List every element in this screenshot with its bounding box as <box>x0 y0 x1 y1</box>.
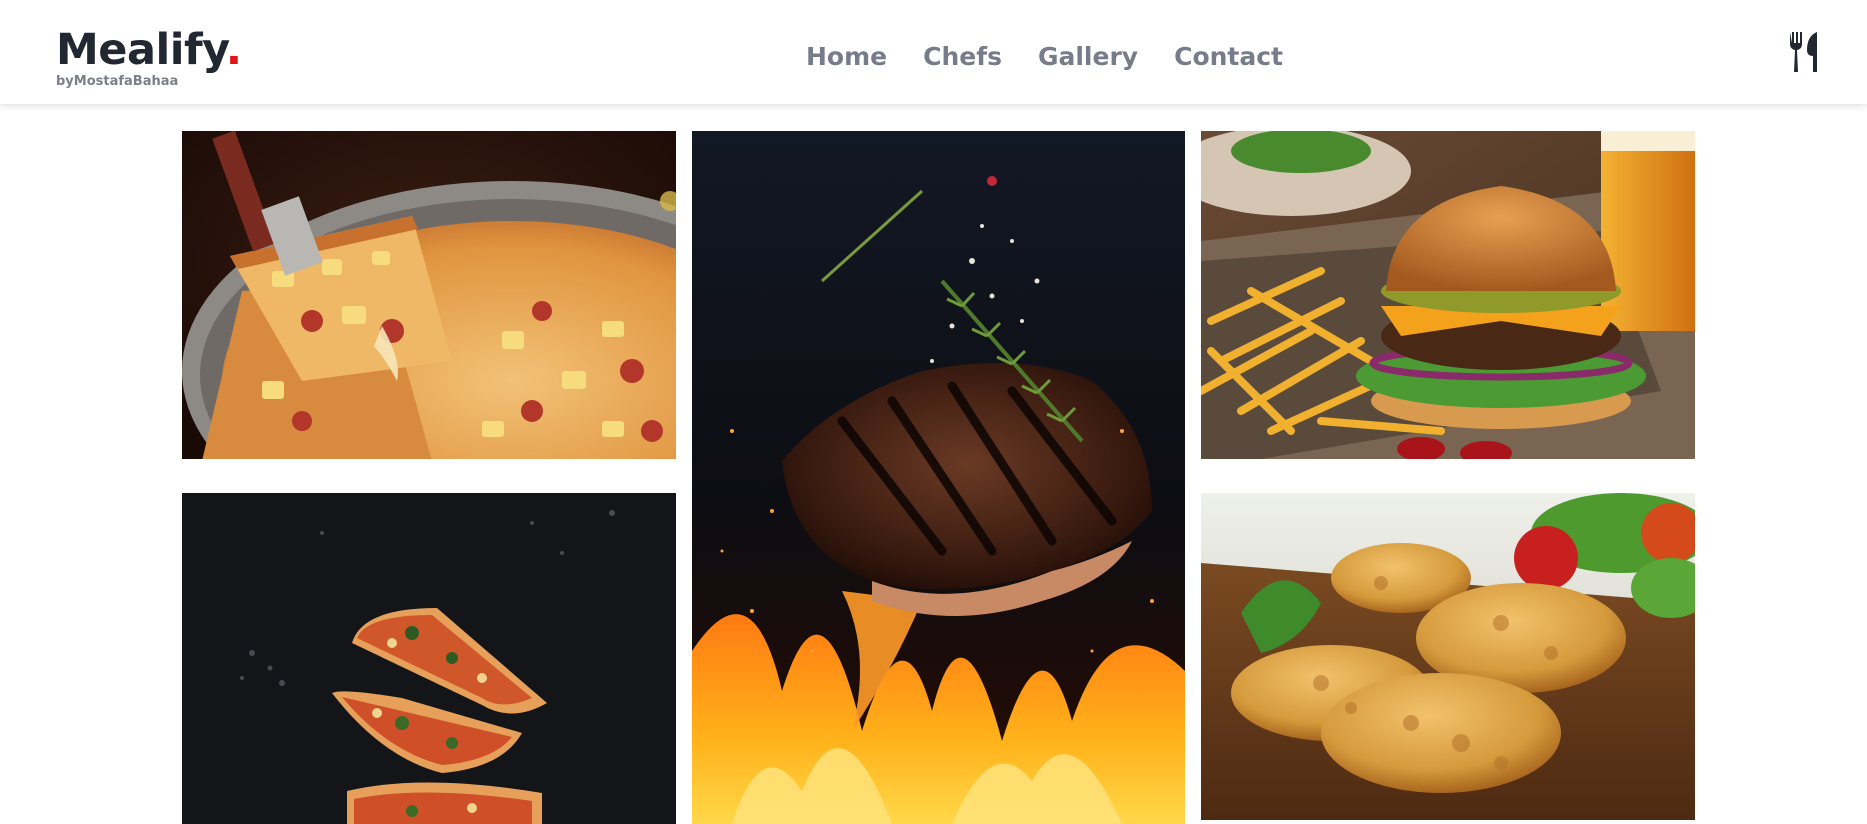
floating-pizza-slices-photo[interactable] <box>182 493 676 824</box>
pizza-slices-image <box>182 493 676 824</box>
pizza-photo[interactable] <box>182 131 676 459</box>
brand-logo[interactable]: Mealify. byMostafaBahaa <box>56 24 242 89</box>
fork-knife-icon[interactable] <box>1787 32 1823 72</box>
grilled-steak-photo[interactable] <box>692 131 1185 824</box>
brand-dot: . <box>225 25 242 75</box>
nav-gallery-link[interactable]: Gallery <box>1038 40 1138 74</box>
main-nav: Home Chefs Gallery Contact <box>806 40 1283 74</box>
nav-contact-link[interactable]: Contact <box>1174 40 1283 74</box>
nav-chefs-link[interactable]: Chefs <box>923 40 1002 74</box>
nav-home-link[interactable]: Home <box>806 40 887 74</box>
fried-chicken-photo[interactable] <box>1201 493 1695 820</box>
brand-name: Mealify. <box>56 24 242 76</box>
steak-image <box>692 131 1185 824</box>
burger-photo[interactable] <box>1201 131 1695 459</box>
pizza-image <box>182 131 676 459</box>
burger-image <box>1201 131 1695 459</box>
food-gallery <box>0 0 1867 824</box>
brand-name-text: Mealify <box>56 25 226 75</box>
fried-chicken-image <box>1201 493 1695 820</box>
brand-byline: byMostafaBahaa <box>56 74 179 89</box>
site-header: Mealify. byMostafaBahaa Home Chefs Galle… <box>0 0 1867 104</box>
